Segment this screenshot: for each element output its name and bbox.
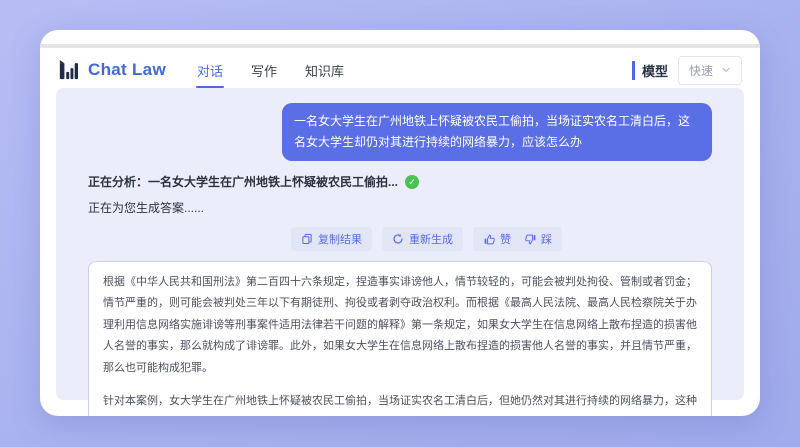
copy-result-label: 复制结果 xyxy=(318,234,362,246)
answer-panel: 根据《中华人民共和国刑法》第二百四十六条规定，捏造事实诽谤他人，情节较轻的，可能… xyxy=(88,261,712,416)
thumbs-up-icon xyxy=(483,233,496,246)
tab-chat[interactable]: 对话 xyxy=(195,57,224,88)
nav-tabs: 对话 写作 知识库 xyxy=(195,57,345,88)
model-select-dropdown[interactable]: 快速 xyxy=(677,55,742,85)
answer-paragraph: 针对本案例，女大学生在广州地铁上怀疑被农民工偷拍，当场证实农名工清白后，但她仍然… xyxy=(103,395,697,408)
desktop-background: { "header": { "brand": "Chat Law", "tabs… xyxy=(0,0,800,447)
model-label: 模型 xyxy=(631,60,668,80)
regenerate-label: 重新生成 xyxy=(409,234,453,246)
like-label: 赞 xyxy=(500,234,511,246)
copy-result-button[interactable]: 复制结果 xyxy=(291,227,372,251)
thumbs-down-icon xyxy=(524,233,537,246)
regenerate-button[interactable]: 重新生成 xyxy=(382,227,463,251)
answer-paragraph: 根据《中华人民共和国刑法》第二百四十六条规定，捏造事实诽谤他人，情节较轻的，可能… xyxy=(103,276,697,374)
copy-icon xyxy=(301,233,313,245)
tab-knowledge-base[interactable]: 知识库 xyxy=(304,57,345,84)
app-window: Chat Law 对话 写作 知识库 模型 快速 一名女大学生在广州地铁上怀疑被… xyxy=(40,30,760,416)
analyzing-status: 正在分析：一名女大学生在广州地铁上怀疑被农民工偷拍... ✓ xyxy=(88,173,720,190)
user-message-row: 一名女大学生在广州地铁上怀疑被农民工偷拍，当场证实农名工清白后，这名女大学生却仍… xyxy=(80,103,720,161)
bar-chart-logo-icon xyxy=(58,59,80,81)
feedback-pill: 赞 踩 xyxy=(473,227,562,251)
analyzing-text: 正在分析：一名女大学生在广州地铁上怀疑被农民工偷拍... xyxy=(88,175,399,189)
header: Chat Law 对话 写作 知识库 模型 快速 xyxy=(40,48,760,92)
answer-actions: 复制结果 重新生成 赞 踩 xyxy=(80,227,562,251)
dislike-button[interactable]: 踩 xyxy=(524,231,552,247)
refresh-icon xyxy=(392,233,404,245)
like-button[interactable]: 赞 xyxy=(483,231,511,247)
chat-area: 一名女大学生在广州地铁上怀疑被农民工偷拍，当场证实农名工清白后，这名女大学生却仍… xyxy=(56,88,744,416)
model-select-value: 快速 xyxy=(688,63,713,78)
dislike-label: 踩 xyxy=(541,234,552,246)
check-circle-icon: ✓ xyxy=(405,174,420,189)
header-right: 模型 快速 xyxy=(631,55,742,85)
brand-name: Chat Law xyxy=(88,60,166,79)
chevron-down-icon xyxy=(721,65,731,75)
tab-writing[interactable]: 写作 xyxy=(250,57,278,84)
status-block: 正在分析：一名女大学生在广州地铁上怀疑被农民工偷拍... ✓ 正在为您生成答案.… xyxy=(80,173,720,216)
user-message-bubble: 一名女大学生在广州地铁上怀疑被农民工偷拍，当场证实农名工清白后，这名女大学生却仍… xyxy=(282,103,712,161)
brand-logo: Chat Law xyxy=(58,59,166,81)
generating-status: 正在为您生成答案...... xyxy=(88,201,205,215)
